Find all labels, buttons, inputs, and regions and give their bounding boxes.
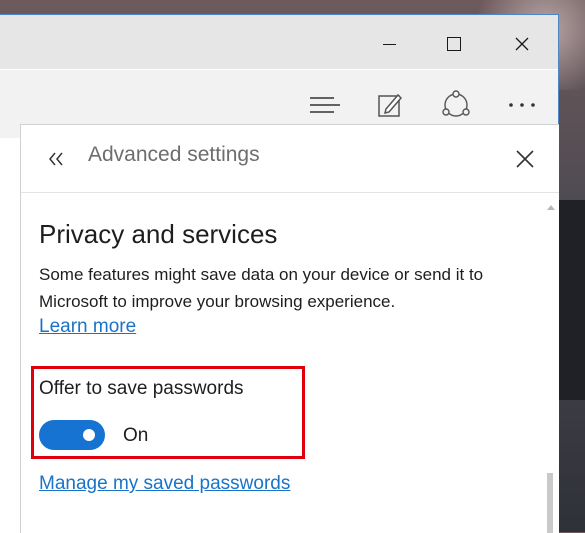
pane-title: Advanced settings bbox=[88, 143, 260, 166]
pane-header: Advanced settings bbox=[21, 125, 559, 193]
pane-close-button[interactable] bbox=[511, 145, 539, 173]
back-button[interactable] bbox=[43, 145, 69, 173]
share-icon bbox=[442, 90, 470, 117]
share-button[interactable] bbox=[436, 88, 476, 122]
double-chevron-left-icon bbox=[49, 152, 63, 166]
hub-icon bbox=[310, 97, 340, 113]
minimize-button[interactable] bbox=[367, 29, 411, 59]
web-note-icon bbox=[378, 93, 403, 117]
highlight-box bbox=[31, 366, 305, 459]
manage-passwords-link[interactable]: Manage my saved passwords bbox=[39, 473, 290, 495]
close-icon bbox=[516, 150, 534, 168]
hub-button[interactable] bbox=[305, 88, 345, 122]
close-icon bbox=[515, 37, 529, 51]
web-note-button[interactable] bbox=[370, 88, 410, 122]
settings-pane: Advanced settings Privacy and services S… bbox=[20, 124, 559, 533]
scroll-thumb[interactable] bbox=[547, 473, 553, 533]
section-description: Some features might save data on your de… bbox=[39, 265, 484, 311]
scrollbar[interactable] bbox=[545, 193, 557, 533]
title-bar bbox=[0, 15, 558, 69]
maximize-button[interactable] bbox=[432, 29, 476, 59]
scroll-up-arrow-icon[interactable] bbox=[547, 205, 555, 210]
close-window-button[interactable] bbox=[500, 29, 544, 59]
more-button[interactable] bbox=[502, 88, 542, 122]
section-title: Privacy and services bbox=[39, 219, 278, 249]
more-icon bbox=[509, 103, 535, 107]
learn-more-link[interactable]: Learn more bbox=[39, 316, 136, 338]
minimize-icon bbox=[382, 43, 396, 45]
maximize-icon bbox=[447, 37, 461, 51]
